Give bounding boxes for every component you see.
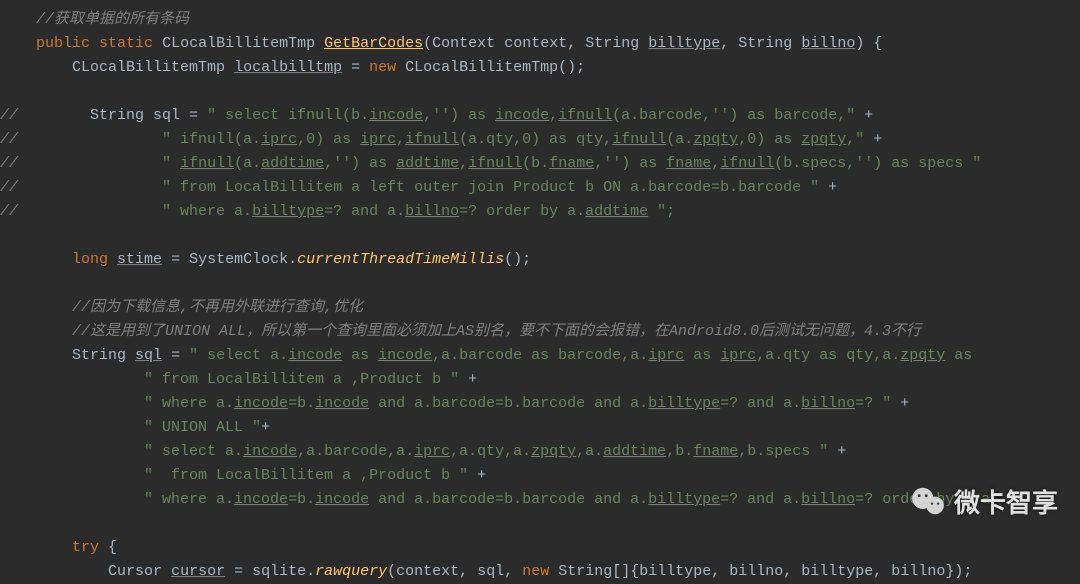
var-localbilltmp: localbilltmp (234, 59, 342, 76)
watermark-text: 微卡智享 (954, 491, 1058, 515)
wechat-icon (910, 486, 946, 519)
gutter-comment-marker: // (0, 107, 18, 124)
call-rawquery: rawquery (315, 563, 387, 580)
kw-static: static (99, 35, 153, 52)
kw-long: long (72, 251, 108, 268)
kw-public: public (36, 35, 90, 52)
var-cursor: cursor (171, 563, 225, 580)
method-GetBarCodes: GetBarCodes (324, 35, 423, 52)
call-currentThreadTimeMillis: currentThreadTimeMillis (297, 251, 504, 268)
var-stime: stime (117, 251, 162, 268)
kw-try: try (72, 539, 99, 556)
comment-union-all-note: //这是用到了UNION ALL，所以第一个查询里面必须加上AS别名，要不下面的… (72, 323, 921, 340)
watermark-branding: 微卡智享 (910, 486, 1058, 519)
comment-get-all-barcodes: //获取单据的所有条码 (36, 11, 189, 28)
comment-optimize: //因为下载信息,不再用外联进行查询,优化 (72, 299, 363, 316)
